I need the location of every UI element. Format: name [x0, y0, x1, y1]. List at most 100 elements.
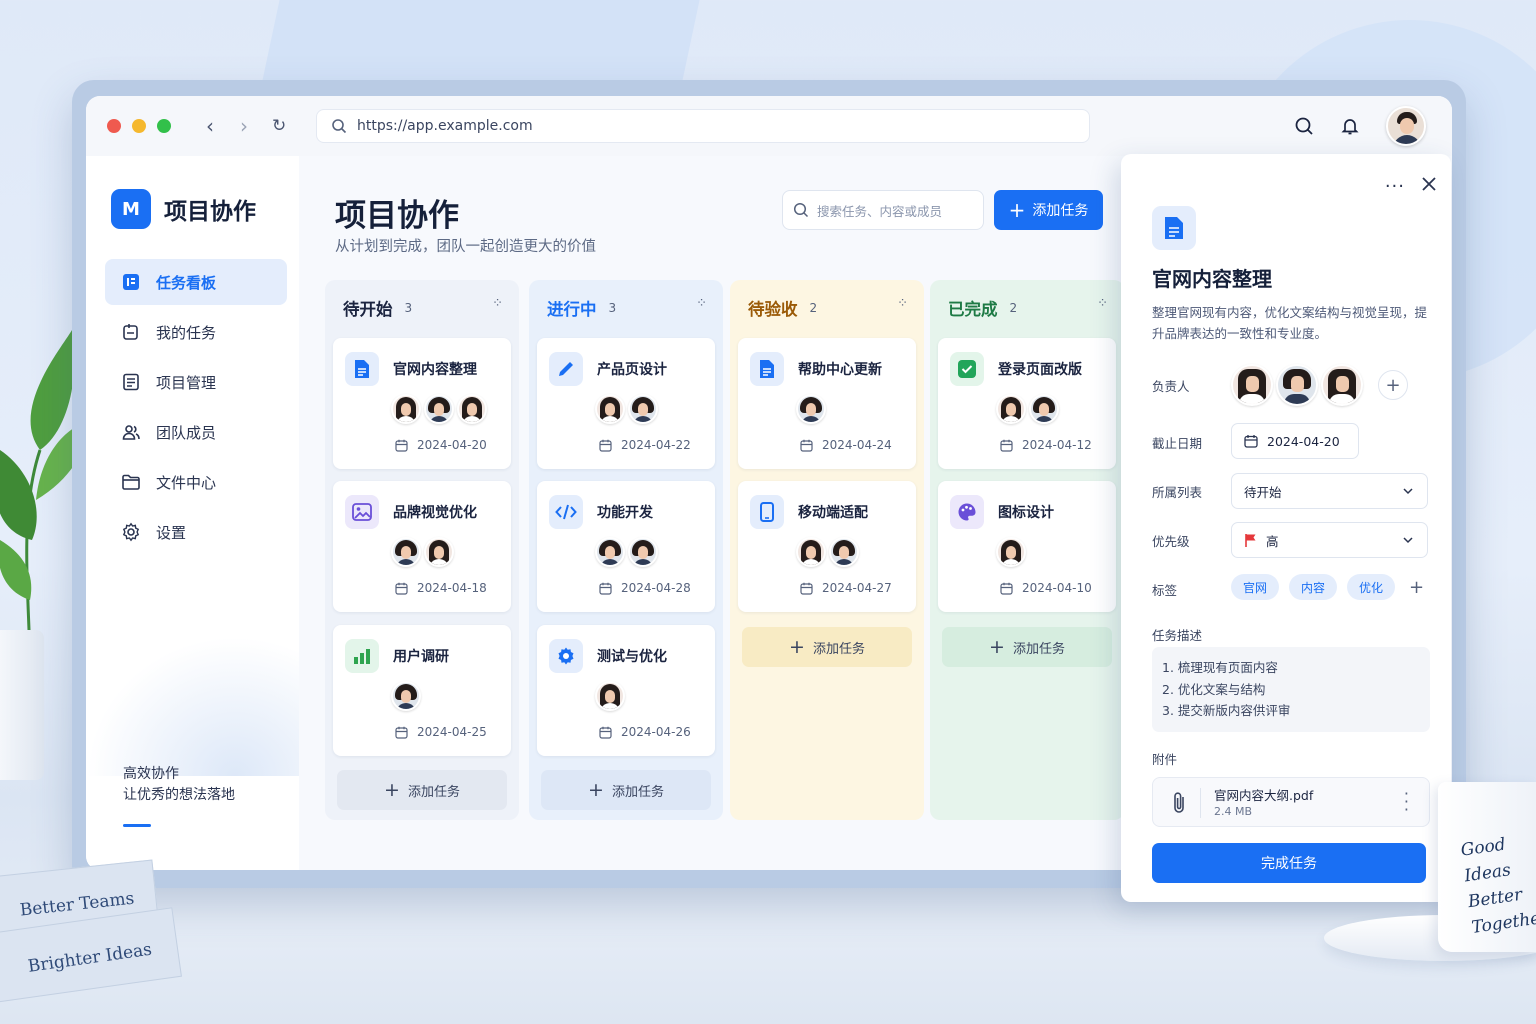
url-text: https://app.example.com	[357, 118, 533, 134]
sidebar-item-label: 团队成员	[156, 423, 217, 442]
card-date-value: 2024-04-25	[417, 725, 487, 739]
task-card[interactable]: 功能开发 2024-04-28	[537, 481, 715, 612]
column-menu-icon[interactable]: ⁘	[696, 296, 707, 311]
sidebar-nav: 任务看板我的任务项目管理团队成员文件中心设置	[105, 259, 287, 559]
tag-chip[interactable]: 内容	[1289, 574, 1338, 600]
avatar[interactable]	[391, 681, 421, 711]
add-task-in-column-button[interactable]: + 添加任务	[942, 627, 1112, 667]
add-task-label: 添加任务	[812, 641, 865, 657]
tag-chip[interactable]: 优化	[1347, 574, 1396, 600]
complete-task-button[interactable]: 完成任务	[1152, 843, 1426, 883]
add-assignee-button[interactable]: +	[1378, 370, 1408, 400]
column-menu-icon[interactable]: ⁘	[492, 296, 503, 311]
more-icon[interactable]: ···	[1385, 176, 1405, 197]
card-assignees	[996, 394, 1062, 424]
search-icon[interactable]	[1294, 116, 1314, 136]
sidebar-item[interactable]: 团队成员	[105, 409, 287, 455]
avatar[interactable]	[595, 394, 625, 424]
due-date-field[interactable]: 2024-04-20	[1231, 423, 1359, 459]
avatar[interactable]	[628, 394, 658, 424]
avatar[interactable]	[1321, 364, 1363, 406]
board-column: 待验收 2 ⁘ 帮助中心更新 2024-04-24 移动端适配 2024-04-27 + 添加任…	[730, 280, 924, 820]
back-icon[interactable]: ‹	[204, 114, 216, 138]
add-tag-icon[interactable]: +	[1409, 577, 1424, 598]
logo-icon: M	[111, 189, 151, 229]
task-card[interactable]: 登录页面改版 2024-04-12	[938, 338, 1116, 469]
task-card[interactable]: 用户调研 2024-04-25	[333, 625, 511, 756]
user-avatar[interactable]	[1386, 106, 1426, 146]
card-date-value: 2024-04-10	[1022, 581, 1092, 595]
card-due-date: 2024-04-20	[395, 438, 487, 452]
task-card[interactable]: 移动端适配 2024-04-27	[738, 481, 916, 612]
window-maximize-dot[interactable]	[157, 119, 171, 133]
card-due-date: 2024-04-12	[1000, 438, 1092, 452]
address-bar[interactable]: https://app.example.com	[316, 109, 1090, 143]
avatar[interactable]	[424, 537, 454, 567]
forward-icon[interactable]: ›	[238, 114, 250, 138]
avatar[interactable]	[595, 537, 625, 567]
add-task-in-column-button[interactable]: + 添加任务	[742, 627, 912, 667]
search-input[interactable]: 搜索任务、内容或成员	[782, 190, 984, 230]
column-menu-icon[interactable]: ⁘	[1097, 296, 1108, 311]
priority-select[interactable]: 高	[1231, 522, 1428, 558]
card-due-date: 2024-04-25	[395, 725, 487, 739]
avatar[interactable]	[1029, 394, 1059, 424]
bar-chart-icon	[345, 639, 379, 673]
avatar[interactable]	[391, 537, 421, 567]
sidebar-item[interactable]: 项目管理	[105, 359, 287, 405]
task-steps: 1. 梳理现有页面内容 2. 优化文案与结构 3. 提交新版内容供评审	[1152, 647, 1430, 732]
bell-icon[interactable]	[1340, 116, 1360, 136]
reload-icon[interactable]: ↻	[272, 116, 286, 136]
sidebar-item[interactable]: 我的任务	[105, 309, 287, 355]
task-card[interactable]: 产品页设计 2024-04-22	[537, 338, 715, 469]
calendar-icon	[599, 582, 621, 595]
avatar[interactable]	[829, 537, 859, 567]
sidebar-item-label: 文件中心	[156, 473, 217, 492]
column-header: 待开始 3	[343, 296, 412, 320]
card-title: 功能开发	[597, 505, 653, 521]
avatar[interactable]	[424, 394, 454, 424]
add-task-button[interactable]: + 添加任务	[994, 190, 1103, 230]
avatar[interactable]	[796, 537, 826, 567]
avatar[interactable]	[1276, 364, 1318, 406]
avatar[interactable]	[1231, 364, 1273, 406]
avatar[interactable]	[595, 681, 625, 711]
add-task-in-column-button[interactable]: + 添加任务	[541, 770, 711, 810]
task-card[interactable]: 品牌视觉优化 2024-04-18	[333, 481, 511, 612]
card-assignees	[996, 537, 1029, 567]
sidebar-item[interactable]: 设置	[105, 509, 287, 555]
app-logo[interactable]: M 项目协作	[111, 189, 256, 229]
attachment-item[interactable]: 官网内容大纲.pdf 2.4 MB · · ·	[1152, 777, 1430, 827]
more-vertical-icon[interactable]: · · ·	[1404, 786, 1409, 818]
task-card[interactable]: 测试与优化 2024-04-26	[537, 625, 715, 756]
card-assignees	[595, 537, 661, 567]
calendar-icon	[599, 726, 621, 739]
card-date-value: 2024-04-22	[621, 438, 691, 452]
avatar[interactable]	[996, 537, 1026, 567]
avatar[interactable]	[457, 394, 487, 424]
add-task-label: 添加任务	[611, 784, 664, 800]
avatar[interactable]	[996, 394, 1026, 424]
sidebar-slogan: 高效协作 让优秀的想法落地	[123, 764, 235, 806]
window-close-dot[interactable]	[107, 119, 121, 133]
avatar[interactable]	[628, 537, 658, 567]
board-column: 待开始 3 ⁘ 官网内容整理 2024-04-20 品牌视觉优化 2024-04-18 用户调…	[325, 280, 519, 820]
avatar[interactable]	[391, 394, 421, 424]
window-minimize-dot[interactable]	[132, 119, 146, 133]
task-detail-panel: ··· 官网内容整理 整理官网现有内容，优化文案结构与视觉呈现，提升品牌表达的一…	[1121, 154, 1451, 902]
task-card[interactable]: 帮助中心更新 2024-04-24	[738, 338, 916, 469]
column-menu-icon[interactable]: ⁘	[897, 296, 908, 311]
folder-icon	[121, 472, 156, 492]
add-task-in-column-button[interactable]: + 添加任务	[337, 770, 507, 810]
sidebar-item-label: 我的任务	[156, 323, 217, 342]
close-icon[interactable]	[1421, 176, 1437, 196]
task-card[interactable]: 官网内容整理 2024-04-20	[333, 338, 511, 469]
list-select[interactable]: 待开始	[1231, 473, 1428, 509]
avatar[interactable]	[796, 394, 826, 424]
tag-chip[interactable]: 官网	[1231, 574, 1280, 600]
sidebar-item[interactable]: 任务看板	[105, 259, 287, 305]
sidebar-item[interactable]: 文件中心	[105, 459, 287, 505]
pencil-icon	[549, 352, 583, 386]
flag-icon	[1245, 534, 1256, 547]
task-card[interactable]: 图标设计 2024-04-10	[938, 481, 1116, 612]
